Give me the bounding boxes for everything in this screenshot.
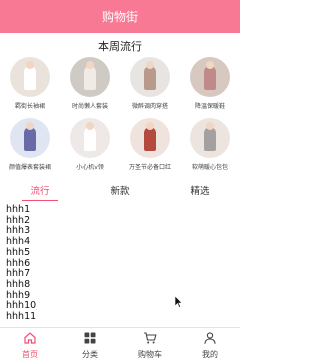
recommend-item[interactable]: 羁街长袖裙	[0, 57, 60, 110]
recommend-item[interactable]: 微醉调肉穿搭	[120, 57, 180, 110]
app-page: 购物街 本周流行 羁街长袖裙 时尚懒人套装 微醉调肉穿搭 降温保暖鞋颜值爆表套装裙 小心…	[0, 0, 240, 360]
tab-indicator	[182, 200, 218, 201]
recommend-label: 万圣节必备口红	[128, 164, 171, 171]
recommend-image	[130, 118, 170, 158]
tabbar-label: 首页	[22, 350, 38, 359]
recommend-label: 软萌暖心包包	[191, 164, 228, 171]
tabbar-home[interactable]: 首页	[0, 328, 60, 360]
recommend-label: 降温保暖鞋	[194, 103, 225, 110]
recommend-image	[190, 118, 230, 158]
bottom-tab-bar: 首页 分类 购物车 我的	[0, 327, 240, 360]
tab-indicator	[102, 200, 138, 201]
tab-control: 流行 新款 精选	[0, 183, 240, 201]
recommend-image	[70, 118, 110, 158]
tab-popular[interactable]: 流行	[0, 183, 80, 201]
category-icon	[83, 331, 97, 349]
recommend-label: 微醉调肉穿搭	[131, 103, 168, 110]
tab-label: 精选	[190, 186, 210, 197]
recommend-label: 时尚懒人套装	[71, 103, 108, 110]
recommend-item[interactable]: 万圣节必备口红	[120, 118, 180, 171]
recommend-label: 羁街长袖裙	[14, 103, 45, 110]
nav-title: 购物街	[101, 10, 138, 24]
recommend-image	[190, 57, 230, 97]
recommend-item[interactable]: 颜值爆表套装裙	[0, 118, 60, 171]
tab-selected[interactable]: 精选	[160, 183, 240, 201]
mouse-cursor-icon	[175, 296, 183, 308]
recommend-grid: 羁街长袖裙 时尚懒人套装 微醉调肉穿搭 降温保暖鞋颜值爆表套装裙 小心机v领 万圣节必备口…	[0, 57, 240, 171]
tabbar-label: 购物车	[138, 350, 162, 359]
recommend-item[interactable]: 小心机v领	[60, 118, 120, 171]
tab-new[interactable]: 新款	[80, 183, 160, 201]
recommend-image	[70, 57, 110, 97]
recommend-item[interactable]: 时尚懒人套装	[60, 57, 120, 110]
recommend-item[interactable]: 软萌暖心包包	[180, 118, 240, 171]
home-icon	[23, 331, 37, 349]
tab-label: 流行	[30, 186, 50, 197]
tabbar-label: 分类	[82, 350, 98, 359]
tabbar-cart[interactable]: 购物车	[120, 328, 180, 360]
recommend-image	[10, 118, 50, 158]
item-list: hhh1 hhh2 hhh3 hhh4 hhh5 hhh6 hhh7 hhh8 hhh9 hhh1…	[6, 204, 37, 323]
tabbar-category[interactable]: 分类	[60, 328, 120, 360]
recommend-item[interactable]: 降温保暖鞋	[180, 57, 240, 110]
recommend-image	[10, 57, 50, 97]
recommend-label: 小心机v领	[76, 164, 104, 171]
profile-icon	[203, 331, 217, 349]
nav-bar: 购物街	[0, 0, 240, 33]
tabbar-label: 我的	[202, 350, 218, 359]
recommend-image	[130, 57, 170, 97]
tab-indicator	[22, 200, 58, 201]
tab-label: 新款	[110, 186, 130, 197]
cart-icon	[143, 331, 157, 349]
tabbar-profile[interactable]: 我的	[180, 328, 240, 360]
list-item: hhh5	[6, 246, 31, 258]
recommend-title: 本周流行	[98, 40, 142, 53]
list-item: hhh11	[6, 311, 37, 323]
recommend-label: 颜值爆表套装裙	[8, 164, 51, 171]
